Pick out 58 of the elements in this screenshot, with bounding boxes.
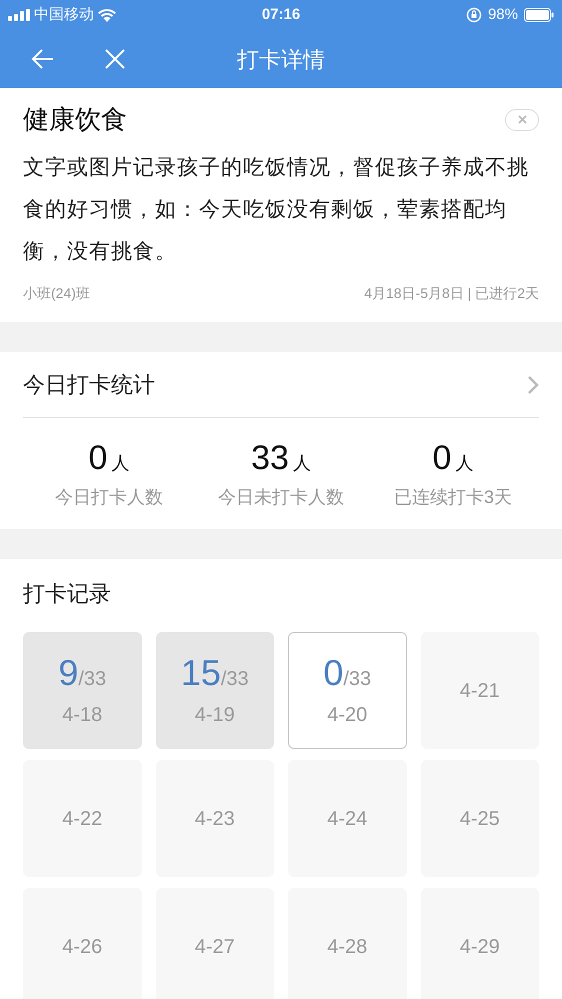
- day-cell[interactable]: 4-25: [420, 760, 539, 877]
- day-date: 4-21: [460, 678, 500, 704]
- checkin-count: 0: [323, 652, 344, 694]
- day-date: 4-25: [460, 806, 500, 832]
- day-date: 4-22: [62, 806, 102, 832]
- day-cell[interactable]: 4-26: [23, 888, 142, 999]
- day-date: 4-23: [194, 806, 235, 832]
- class-name: 小班(24)班: [23, 284, 90, 303]
- day-cell[interactable]: 4-28: [288, 888, 406, 999]
- checkin-count: 9: [58, 652, 78, 694]
- day-date: 4-19: [194, 702, 235, 728]
- day-date: 4-29: [460, 934, 500, 960]
- checkin-count: 15: [180, 652, 221, 694]
- day-date: 4-18: [62, 702, 102, 728]
- day-cell[interactable]: 4-21: [420, 632, 539, 749]
- records-title: 打卡记录: [23, 580, 112, 608]
- stat-unit: 人: [455, 452, 474, 475]
- stats-header[interactable]: 今日打卡统计: [23, 352, 539, 418]
- day-date: 4-20: [327, 702, 368, 728]
- stat-label: 今日未打卡人数: [218, 486, 344, 509]
- day-cell[interactable]: 4-22: [23, 760, 142, 877]
- day-cell[interactable]: 9/33 4-18: [23, 632, 142, 749]
- stat-unit: 人: [292, 452, 311, 475]
- close-icon: [104, 48, 126, 70]
- stat-label: 已连续打卡3天: [394, 486, 512, 509]
- carrier-name: 中国移动: [34, 4, 94, 25]
- stat-value: 0: [432, 438, 452, 478]
- day-cell[interactable]: 15/33 4-19: [156, 632, 274, 749]
- wifi-icon: [98, 8, 116, 22]
- close-icon: [518, 115, 526, 124]
- task-period: 4月18日-5月8日 | 已进行2天: [364, 284, 539, 303]
- class-total: /33: [343, 666, 372, 692]
- task-title: 健康饮食: [23, 103, 127, 136]
- stat-value: 0: [88, 438, 108, 478]
- back-arrow-icon: [31, 48, 55, 70]
- class-total: /33: [78, 666, 106, 692]
- day-date: 4-24: [327, 806, 368, 832]
- day-cell[interactable]: 4-27: [156, 888, 274, 999]
- battery-icon: [524, 8, 554, 22]
- day-date: 4-28: [327, 934, 368, 960]
- day-cell[interactable]: 0/33 4-20: [288, 632, 406, 749]
- signal-icon: [8, 9, 30, 21]
- page-title: 打卡详情: [237, 46, 325, 74]
- battery-percent: 98%: [488, 4, 518, 25]
- stat-unit: 人: [111, 452, 130, 475]
- task-description: 文字或图片记录孩子的吃饭情况，督促孩子养成不挑食的好习惯，如：今天吃饭没有剩饭，荤素搭配均衡，没有挑食。: [23, 155, 530, 265]
- class-total: /33: [220, 666, 249, 692]
- stat-value: 33: [251, 438, 289, 478]
- clock-time: 07:16: [260, 4, 302, 25]
- close-pill-button[interactable]: [505, 108, 539, 130]
- day-cell[interactable]: 4-23: [156, 760, 274, 877]
- day-cell[interactable]: 4-29: [420, 888, 539, 999]
- day-cell[interactable]: 4-24: [288, 760, 406, 877]
- day-date: 4-27: [194, 934, 235, 960]
- rotation-lock-icon: [466, 7, 482, 23]
- day-date: 4-26: [62, 934, 102, 960]
- stat-label: 今日打卡人数: [55, 486, 163, 509]
- chevron-right-icon: [527, 374, 539, 394]
